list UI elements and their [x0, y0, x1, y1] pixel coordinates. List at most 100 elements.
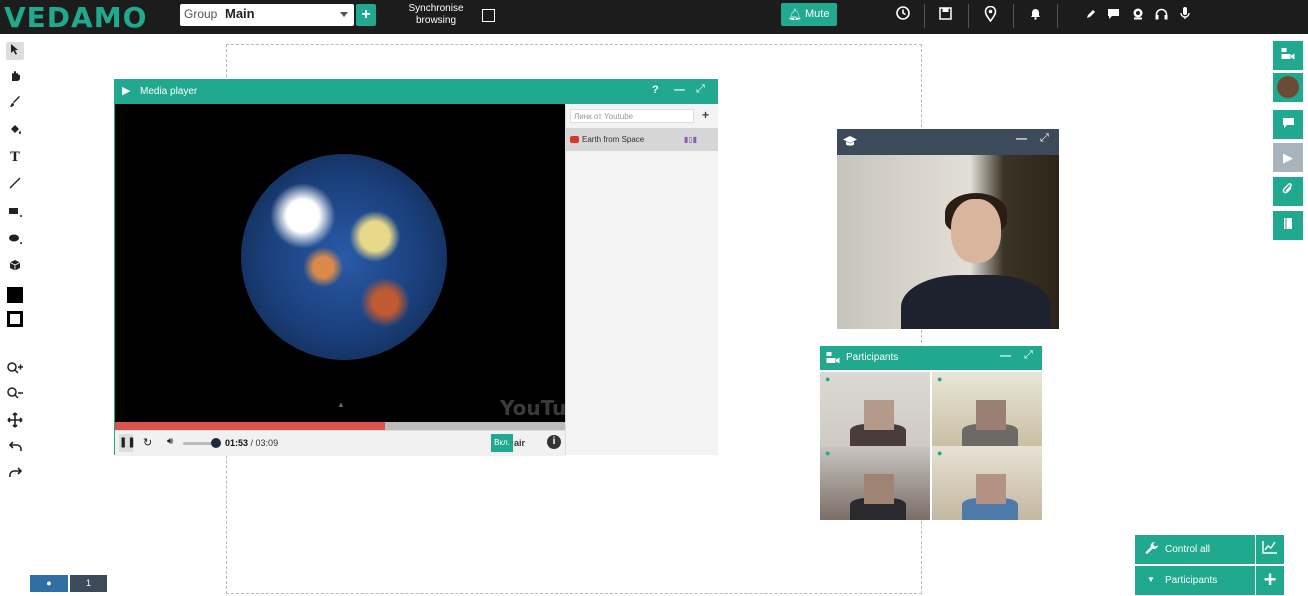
save-icon[interactable] — [939, 6, 952, 24]
add-group-button[interactable]: + — [356, 4, 376, 26]
video-conference-button[interactable] — [1273, 41, 1303, 70]
participant-face — [976, 474, 1006, 504]
participants-toggle-button[interactable]: ▼ Participants — [1135, 566, 1255, 595]
select-tool-icon[interactable] — [6, 42, 24, 60]
attachment-button[interactable] — [1273, 177, 1303, 206]
expand-icon[interactable]: ⤢ — [1040, 132, 1049, 145]
minimize-icon[interactable]: — — [1000, 350, 1011, 362]
add-video-button[interactable]: + — [702, 108, 709, 122]
notes-button[interactable] — [1273, 211, 1303, 240]
page-indicator-number[interactable]: 1 — [70, 575, 107, 592]
volume-slider-handle[interactable] — [211, 438, 221, 448]
page-indicator-dot[interactable]: ● — [30, 575, 68, 592]
undo-icon[interactable] — [6, 439, 24, 457]
move-icon[interactable] — [6, 412, 24, 430]
person-face — [951, 199, 1001, 263]
ellipse-tool-icon[interactable] — [6, 231, 24, 249]
youtube-playlist: Линк от Youtube + Earth from Space ▮▯▮ — [565, 104, 718, 455]
playlist-item-title: Earth from Space — [582, 135, 645, 144]
pen-icon[interactable] — [1085, 6, 1097, 24]
play-icon: ▶ — [122, 85, 131, 97]
pause-button[interactable]: ❚❚ — [119, 434, 136, 452]
mute-label: Mute — [805, 8, 830, 20]
expand-icon[interactable]: ⤢ — [696, 83, 705, 96]
time-current: 01:53 — [225, 438, 249, 448]
mute-button[interactable]: 🔔︎ Mute — [781, 3, 837, 26]
participant-tile[interactable]: ● — [820, 446, 930, 520]
toolbar-divider — [1057, 4, 1058, 28]
brush-tool-icon[interactable] — [6, 95, 24, 113]
statistics-button[interactable] — [1256, 535, 1284, 564]
control-all-button[interactable]: Control all — [1135, 535, 1255, 564]
line-tool-icon[interactable] — [6, 176, 24, 194]
playlist-item[interactable]: Earth from Space ▮▯▮ — [566, 128, 718, 151]
playing-equalizer-icon: ▮▯▮ — [684, 135, 698, 144]
participants-header[interactable]: Participants — ⤢ — [820, 346, 1042, 370]
participant-tile[interactable]: ● — [932, 446, 1042, 520]
participant-tile[interactable]: ● — [932, 372, 1042, 446]
paint-bucket-icon[interactable] — [6, 122, 24, 140]
fill-color-swatch[interactable] — [7, 287, 23, 303]
youtube-icon — [570, 136, 579, 143]
participant-face — [864, 400, 894, 430]
person-body — [901, 275, 1051, 329]
video-area[interactable]: ▲ YouTube — [115, 104, 565, 422]
clock-icon[interactable] — [896, 6, 910, 24]
webcam-header[interactable]: — ⤢ — [837, 129, 1059, 155]
help-button[interactable]: ? — [652, 84, 659, 96]
group-value: Main — [225, 6, 255, 21]
replay-icon[interactable]: ↻ — [143, 436, 152, 449]
video-progress-fill — [115, 422, 385, 430]
stroke-color-swatch[interactable] — [7, 311, 23, 327]
participants-panel: Participants — ⤢ ● ● ● ● — [820, 346, 1042, 520]
media-player-window: ▶ Media player ? — ⤢ ▲ YouTube ❚❚ ↻ 🔊︎ 0… — [114, 79, 718, 456]
microphone-icon: ● — [825, 374, 831, 384]
top-toolbar: VEDAMO Group Main + Synchronise browsing… — [0, 0, 1308, 34]
location-icon[interactable] — [984, 5, 997, 26]
microphone-icon[interactable] — [1180, 6, 1190, 24]
cube-tool-icon[interactable] — [6, 258, 24, 276]
volume-icon[interactable]: 🔊︎ — [167, 436, 173, 447]
media-player-button[interactable]: ▶ — [1273, 143, 1303, 172]
add-participant-button[interactable]: + — [1256, 566, 1284, 595]
minimize-icon[interactable]: — — [1016, 133, 1027, 145]
zoom-in-icon[interactable] — [6, 362, 24, 380]
chat-icon[interactable] — [1107, 6, 1120, 24]
sync-browsing-label: Synchronise browsing — [408, 3, 464, 26]
caret-down-icon: ▼ — [1147, 575, 1155, 584]
chat-button[interactable] — [1273, 110, 1303, 139]
expand-icon[interactable]: ⤢ — [1024, 349, 1033, 362]
user-avatar-button[interactable] — [1273, 73, 1303, 102]
group-select[interactable]: Group Main — [180, 4, 354, 26]
webcam-window: — ⤢ — [837, 129, 1059, 329]
participant-face — [976, 400, 1006, 430]
info-icon[interactable]: i — [547, 435, 561, 449]
participant-face — [864, 474, 894, 504]
headphones-icon[interactable] — [1155, 6, 1168, 24]
media-player-header[interactable]: ▶ Media player ? — ⤢ — [115, 80, 717, 104]
participant-tile[interactable]: ● — [820, 372, 930, 446]
air-toggle-button[interactable]: Вкл. — [491, 434, 513, 452]
video-controls: ❚❚ ↻ 🔊︎ 01:53 / 03:09 Вкл. air i — [115, 430, 565, 456]
time-total: 03:09 — [255, 438, 279, 448]
microphone-icon: ● — [825, 448, 831, 458]
avatar — [1277, 76, 1299, 98]
bell-icon: 🔔︎ — [788, 9, 802, 21]
graduation-cap-icon — [843, 135, 857, 150]
sync-browsing-checkbox[interactable] — [482, 9, 495, 22]
earth-video-frame — [241, 154, 447, 360]
microphone-icon: ● — [937, 448, 943, 458]
video-progress-bar[interactable] — [115, 422, 565, 430]
group-label: Group — [184, 7, 218, 21]
youtube-link-input[interactable]: Линк от Youtube — [570, 109, 694, 123]
user-icon[interactable] — [1132, 6, 1144, 24]
redo-icon[interactable] — [6, 465, 24, 483]
bell-icon[interactable] — [1029, 6, 1042, 24]
microphone-icon: ● — [937, 374, 943, 384]
chevron-up-icon: ▲ — [337, 400, 345, 409]
zoom-out-icon[interactable] — [6, 387, 24, 405]
text-tool-icon[interactable]: T — [6, 149, 24, 167]
hand-tool-icon[interactable] — [6, 69, 24, 87]
rectangle-tool-icon[interactable] — [6, 204, 24, 222]
minimize-icon[interactable]: — — [674, 84, 685, 96]
